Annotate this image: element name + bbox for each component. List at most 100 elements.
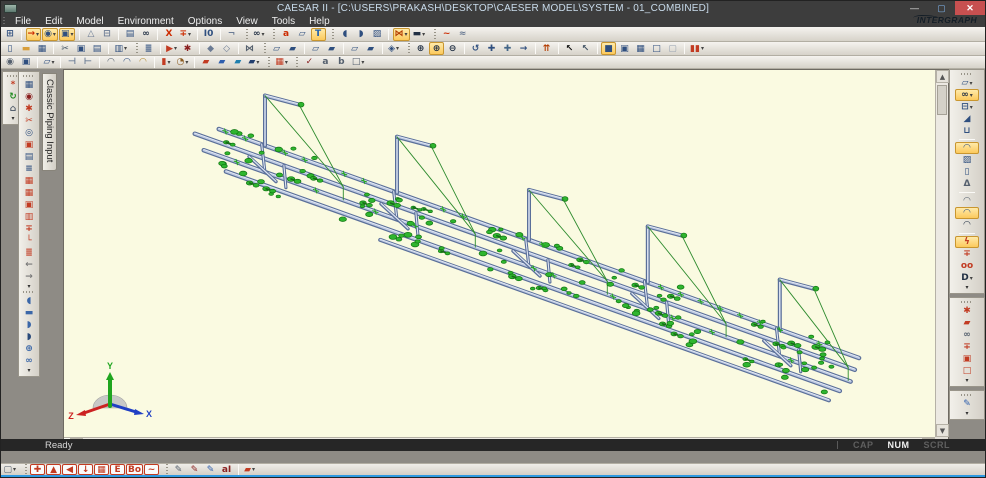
render-solid-icon[interactable]: ■: [601, 42, 616, 55]
xyz-coords-icon[interactable]: X: [161, 28, 176, 41]
align-left-icon[interactable]: ⊣: [65, 56, 80, 69]
hanger-fly-icon[interactable]: ◠: [136, 56, 151, 69]
insert-wave-icon[interactable]: ~: [144, 464, 159, 475]
open-folder-icon[interactable]: ▬: [19, 42, 34, 55]
insert-a-icon[interactable]: a: [279, 28, 294, 41]
menu-item-help[interactable]: Help: [302, 15, 337, 27]
zoom-dynamic-icon[interactable]: ⊕: [429, 42, 444, 55]
lra-display-icon[interactable]: ▦▾: [273, 56, 290, 69]
restraint-navy-icon-dropdown[interactable]: ▾: [256, 59, 259, 66]
search-icon[interactable]: ∞▾: [251, 28, 267, 41]
stress-wave-icon[interactable]: ~: [439, 28, 454, 41]
window-tile-icon[interactable]: ⊞: [3, 28, 18, 41]
iso-view-sw-icon[interactable]: ▰: [285, 42, 300, 55]
range-icon[interactable]: ⊟▾: [955, 101, 979, 113]
node-right-icon[interactable]: ◗: [354, 28, 369, 41]
node-range-icon[interactable]: I0: [201, 28, 216, 41]
vscroll-thumb[interactable]: [937, 85, 947, 115]
restraint-blue-icon[interactable]: ▰: [214, 56, 229, 69]
menu-item-model[interactable]: Model: [69, 15, 110, 27]
range-icon-dropdown[interactable]: ▾: [970, 104, 973, 111]
forces-icon[interactable]: ≡: [20, 163, 38, 175]
tee-restraint-icon[interactable]: ∓▾: [177, 28, 193, 41]
pipe-element-icon-dropdown[interactable]: ▾: [969, 80, 972, 87]
ship-iso-icon[interactable]: ◠: [955, 219, 979, 231]
toolbar-expander[interactable]: ▾: [11, 115, 14, 122]
insert-bo-icon[interactable]: Bo: [126, 464, 143, 475]
ellipsoid-node-icon-dropdown[interactable]: ▾: [53, 31, 56, 38]
pressure-gauge-icon[interactable]: ◔▾: [175, 56, 191, 69]
text-tool-icon[interactable]: T: [311, 28, 326, 41]
flag-icon-dropdown[interactable]: ▾: [252, 466, 255, 473]
wind-wave-icon[interactable]: ▦: [20, 187, 38, 199]
pipe-reducer-icon[interactable]: ◗: [20, 331, 38, 343]
input-list-icon[interactable]: ≣: [141, 42, 156, 55]
menu-item-view[interactable]: View: [229, 15, 265, 27]
bow-icon[interactable]: ⋈: [242, 42, 257, 55]
node-increment-icon-dropdown[interactable]: ▾: [36, 31, 39, 38]
color-legend-icon[interactable]: ▮▮▾: [688, 42, 706, 55]
spider-check-icon[interactable]: ✱: [955, 305, 979, 317]
restraint-red-icon[interactable]: ▰: [198, 56, 213, 69]
toolbar-expander[interactable]: ▾: [27, 367, 30, 374]
insert-pump-icon[interactable]: ✚: [30, 464, 45, 475]
ship-front-icon[interactable]: ◠: [955, 195, 979, 207]
search-icon-dropdown[interactable]: ▾: [262, 31, 265, 38]
select-icon[interactable]: ↖: [562, 42, 577, 55]
bowtie-valve-icon[interactable]: ⋈▾: [393, 28, 410, 41]
flange-check-icon[interactable]: ≈: [455, 28, 470, 41]
paste-icon[interactable]: ▤: [90, 42, 105, 55]
new-window-icon-dropdown[interactable]: ▾: [51, 59, 54, 66]
pipe-bend-right-icon[interactable]: ◗: [20, 319, 38, 331]
ship-side-icon[interactable]: ◠: [955, 207, 979, 219]
scroll-up-button[interactable]: ▲: [936, 70, 949, 83]
load-case-icon[interactable]: ◆: [203, 42, 218, 55]
restraint-navy-icon[interactable]: ▰▾: [246, 56, 261, 69]
compass-view-icon-dropdown[interactable]: ▾: [396, 45, 399, 52]
nozzle-icon[interactable]: └: [20, 235, 38, 247]
temperature-icon[interactable]: ▮▾: [159, 56, 174, 69]
static-output-icon[interactable]: ∓: [955, 248, 979, 260]
hanger-profile-icon[interactable]: ▬▾: [411, 28, 428, 41]
temperature-icon-dropdown[interactable]: ▾: [167, 59, 170, 66]
zoom-window-icon[interactable]: ⊕: [413, 42, 428, 55]
reducer-icon[interactable]: ◢: [955, 113, 979, 125]
option-a-icon[interactable]: a: [318, 56, 333, 69]
d-tool-icon[interactable]: D▾: [955, 272, 979, 284]
node-pair-icon[interactable]: oo: [955, 260, 979, 272]
scroll-down-button[interactable]: ▼: [936, 424, 949, 437]
walkthrough-icon[interactable]: →: [516, 42, 531, 55]
hanger-profile-icon-dropdown[interactable]: ▾: [422, 31, 425, 38]
render-cube-icon-dropdown[interactable]: ▾: [13, 466, 16, 473]
iso-view-nw-icon[interactable]: ▰: [324, 42, 339, 55]
zoom-out-icon[interactable]: ⊖: [445, 42, 460, 55]
bowtie-valve-icon-dropdown[interactable]: ▾: [405, 31, 408, 38]
d-tool-icon-dropdown[interactable]: ▾: [970, 275, 973, 282]
lra-display-icon-dropdown[interactable]: ▾: [285, 59, 288, 66]
toolbar-expander[interactable]: ▾: [965, 284, 968, 291]
annotate-nodes-icon[interactable]: ⇈: [539, 42, 554, 55]
undo-icon[interactable]: ←: [20, 259, 38, 271]
wind-load-icon[interactable]: ◇: [219, 42, 234, 55]
maximize-button[interactable]: ▢: [928, 1, 955, 15]
plot-screen-icon[interactable]: ▣▾: [59, 28, 76, 41]
insert-vessel-icon[interactable]: ▲: [46, 464, 61, 475]
iso-view-ne-icon[interactable]: ▱: [308, 42, 323, 55]
offsets-icon[interactable]: ▣: [20, 199, 38, 211]
rotate-view-icon[interactable]: ↺: [468, 42, 483, 55]
uniform-loads-icon[interactable]: ▦: [20, 175, 38, 187]
option-b-icon[interactable]: b: [334, 56, 349, 69]
render-cube-icon[interactable]: ▢▾: [2, 464, 19, 475]
ellipsoid-node-icon[interactable]: ◉▾: [42, 28, 58, 41]
text-annotate-icon[interactable]: aI: [219, 464, 234, 475]
find-element-icon-dropdown[interactable]: ▾: [970, 92, 973, 99]
restraints-icon[interactable]: ▣: [20, 139, 38, 151]
pan-view-icon[interactable]: ✚: [500, 42, 515, 55]
toolbar-expander[interactable]: ▾: [965, 410, 968, 417]
dock-panel-icon[interactable]: ⊟: [99, 28, 114, 41]
snapshot-icon[interactable]: ▨: [370, 28, 385, 41]
find-element-icon[interactable]: ∞▾: [955, 89, 979, 101]
print-icon-dropdown[interactable]: ▾: [124, 45, 127, 52]
render-shaded-icon[interactable]: ▣: [617, 42, 632, 55]
align-right-icon[interactable]: ⊢: [81, 56, 96, 69]
